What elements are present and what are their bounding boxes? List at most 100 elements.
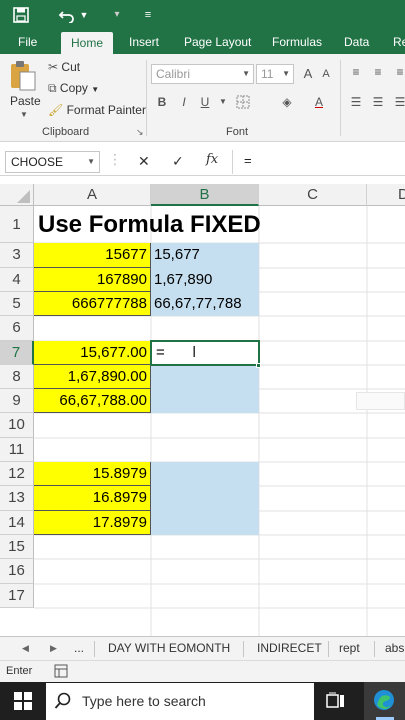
column-header-c[interactable]: C [259, 184, 367, 206]
cell-b3[interactable]: 15,677 [151, 243, 259, 268]
select-all-corner[interactable] [0, 184, 34, 206]
tab-data[interactable]: Data [344, 30, 369, 54]
row-header[interactable]: 9 [0, 389, 34, 413]
enter-icon[interactable]: ✓ [172, 153, 184, 170]
edge-taskbar-button[interactable] [364, 682, 405, 720]
active-cell-b7[interactable]: = I [150, 340, 260, 366]
cell-a8[interactable]: 1,67,890.00 [34, 365, 151, 389]
cell-a3[interactable]: 15677 [34, 243, 151, 268]
ribbon-tabs: File Home Insert Page Layout Formulas Da… [0, 30, 405, 54]
cancel-icon[interactable]: ✕ [138, 153, 150, 170]
row-header[interactable]: 4 [0, 268, 34, 292]
underline-button[interactable]: U [196, 92, 214, 112]
align-bottom-icon[interactable]: ≡ [391, 62, 405, 82]
insert-function-icon[interactable]: fx [206, 152, 218, 167]
column-header-d[interactable]: D [367, 184, 405, 206]
macro-record-icon[interactable] [54, 664, 68, 681]
row-header[interactable]: 16 [0, 559, 34, 584]
row-header[interactable]: 14 [0, 511, 34, 535]
cell-a4[interactable]: 167890 [34, 268, 151, 292]
row-header[interactable]: 12 [0, 462, 34, 486]
fill-handle[interactable] [256, 363, 261, 368]
group-divider [146, 60, 147, 136]
bold-button[interactable]: B [153, 92, 171, 112]
font-size-select[interactable]: 11 ▼ [256, 64, 294, 84]
cut-button[interactable]: ✂ Cut [48, 60, 80, 74]
italic-button[interactable]: I [175, 92, 193, 112]
row-header[interactable]: 8 [0, 365, 34, 389]
align-center-icon[interactable]: ☰ [369, 92, 387, 112]
name-box-value: CHOOSE [11, 155, 64, 169]
clipboard-launcher-icon[interactable]: ↘ [136, 127, 144, 138]
customize-icon[interactable]: ≡ [140, 5, 156, 25]
row-header[interactable]: 3 [0, 243, 34, 268]
cell-a12[interactable]: 16.8979 [34, 486, 151, 511]
fill-color-icon[interactable]: ◈ [278, 92, 296, 112]
sheet-tab-indirecet[interactable]: INDIRECET [257, 637, 322, 660]
cell-b5[interactable]: 66,67,77,788 [151, 292, 259, 316]
format-painter-label: Format Painter [66, 103, 146, 117]
brush-icon: 🖌 [48, 103, 64, 117]
windows-start-icon[interactable] [14, 692, 32, 713]
cell-b9[interactable] [151, 389, 259, 413]
more-sheets-button[interactable]: ... [74, 637, 84, 660]
scroll-right-icon[interactable]: ▶ [50, 637, 57, 660]
cell-b11[interactable] [151, 462, 259, 486]
name-box[interactable]: CHOOSE ▼ [5, 151, 100, 173]
font-color-button[interactable]: A [310, 92, 328, 112]
align-top-icon[interactable]: ≡ [347, 62, 365, 82]
formula-input[interactable]: = [244, 153, 252, 168]
font-name-select[interactable]: Calibri ▼ [151, 64, 254, 84]
task-view-icon[interactable] [326, 692, 346, 713]
search-placeholder: Type here to search [82, 693, 206, 709]
scissors-icon: ✂ [48, 60, 59, 74]
row-header[interactable]: 10 [0, 413, 34, 438]
tab-review[interactable]: Re [393, 30, 405, 54]
shrink-font-button[interactable]: A [317, 64, 335, 84]
align-right-icon[interactable]: ☰ [391, 92, 405, 112]
save-icon[interactable] [10, 5, 32, 25]
tab-insert[interactable]: Insert [129, 30, 159, 54]
paste-button[interactable]: Paste ▼ [8, 60, 41, 120]
row-header[interactable]: 1 [0, 206, 34, 243]
cell-b4[interactable]: 1,67,890 [151, 268, 259, 292]
tab-page-layout[interactable]: Page Layout [184, 30, 251, 54]
cell-b13[interactable] [151, 511, 259, 535]
format-painter-button[interactable]: 🖌 Format Painter [48, 103, 146, 117]
row-header[interactable]: 13 [0, 486, 34, 511]
undo-dropdown-icon[interactable]: ▼ [78, 5, 90, 25]
row-header[interactable]: 17 [0, 584, 34, 608]
spreadsheet-grid: A B C D 1 3 4 5 6 7 8 9 10 11 12 13 14 1… [0, 184, 405, 636]
align-left-icon[interactable]: ☰ [347, 92, 365, 112]
scroll-left-icon[interactable]: ◀ [22, 637, 29, 660]
cell-a5[interactable]: 666777788 [34, 292, 151, 316]
tab-formulas[interactable]: Formulas [272, 30, 322, 54]
tab-file[interactable]: File [18, 30, 37, 54]
align-middle-icon[interactable]: ≡ [369, 62, 387, 82]
undo-icon[interactable] [56, 5, 78, 25]
sheet-tab-rept[interactable]: rept [339, 637, 360, 660]
tab-home[interactable]: Home [61, 32, 114, 54]
grow-font-button[interactable]: A [299, 64, 317, 84]
copy-button[interactable]: ⧉ Copy ▼ [48, 81, 99, 96]
column-header-b[interactable]: B [151, 184, 259, 206]
cell-a7[interactable]: 15,677.00 [34, 341, 151, 365]
row-header[interactable]: 11 [0, 438, 34, 462]
row-header[interactable]: 7 [0, 341, 34, 365]
paste-icon [11, 61, 36, 91]
underline-dropdown-icon[interactable]: ▼ [214, 92, 232, 112]
borders-icon[interactable] [234, 92, 252, 112]
sheet-tab-abs[interactable]: abs [385, 637, 404, 660]
cell-a9[interactable]: 66,67,788.00 [34, 389, 151, 413]
cell-a11[interactable]: 15.8979 [34, 462, 151, 486]
sheet-tab-day-with-eomonth[interactable]: DAY WITH EOMONTH [108, 637, 230, 660]
cell-a13[interactable]: 17.8979 [34, 511, 151, 535]
cell-b8[interactable] [151, 365, 259, 389]
row-header[interactable]: 15 [0, 535, 34, 559]
cell-b12[interactable] [151, 486, 259, 511]
row-header[interactable]: 6 [0, 316, 34, 341]
title-cell[interactable]: Use Formula FIXED [34, 206, 364, 243]
taskbar-search-box[interactable]: Type here to search [46, 683, 314, 720]
row-header[interactable]: 5 [0, 292, 34, 316]
column-header-a[interactable]: A [34, 184, 151, 206]
